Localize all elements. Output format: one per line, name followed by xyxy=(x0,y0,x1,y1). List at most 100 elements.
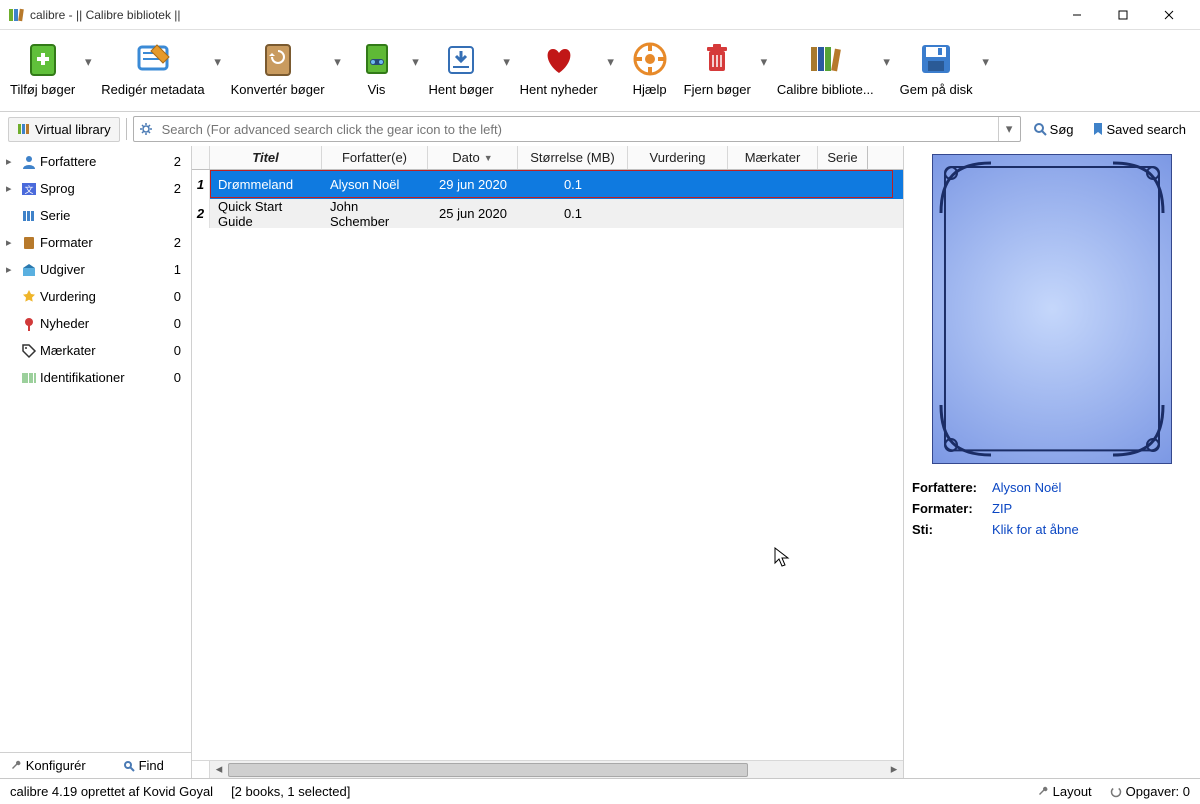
main-toolbar: Tilføj bøger ▾ Redigér metadata ▾ Konver… xyxy=(0,30,1200,112)
remove-books-button[interactable]: Fjern bøger xyxy=(680,34,755,101)
find-button[interactable]: Find xyxy=(96,753,192,778)
detail-formats-label: Formater: xyxy=(912,499,992,520)
books-icon xyxy=(17,122,31,136)
magnify-icon xyxy=(1033,122,1047,136)
fetch-dropdown[interactable]: ▾ xyxy=(498,34,516,70)
col-date[interactable]: Dato▼ xyxy=(428,146,518,169)
news-dropdown[interactable]: ▾ xyxy=(602,34,620,70)
star-icon xyxy=(18,289,40,305)
selection-text: [2 books, 1 selected] xyxy=(231,784,350,799)
trash-icon xyxy=(696,38,738,80)
scroll-thumb[interactable] xyxy=(228,763,748,777)
wrench-icon xyxy=(1037,786,1049,798)
maximize-button[interactable] xyxy=(1100,0,1146,30)
jobs-button[interactable]: Opgaver: 0 xyxy=(1110,784,1190,799)
sidebar-item-publisher[interactable]: ▸Udgiver1 xyxy=(0,256,191,283)
app-icon xyxy=(8,7,24,23)
remove-dropdown[interactable]: ▾ xyxy=(755,34,773,70)
table-header: Titel Forfatter(e) Dato▼ Størrelse (MB) … xyxy=(192,146,903,170)
help-icon xyxy=(629,38,671,80)
cover-image[interactable] xyxy=(932,154,1172,464)
sidebar-item-rating[interactable]: Vurdering0 xyxy=(0,283,191,310)
search-button[interactable]: Søg xyxy=(1027,118,1080,141)
sort-desc-icon: ▼ xyxy=(484,153,493,163)
minimize-button[interactable] xyxy=(1054,0,1100,30)
library-button[interactable]: Calibre bibliote... xyxy=(773,34,878,101)
tag-icon xyxy=(18,343,40,359)
pin-icon xyxy=(18,316,40,332)
gear-icon[interactable] xyxy=(134,122,158,136)
table-row[interactable]: 2 Quick Start Guide John Schember 25 jun… xyxy=(192,199,903,228)
search-input[interactable] xyxy=(158,122,998,137)
help-button[interactable]: Hjælp xyxy=(620,34,680,101)
ornament-border xyxy=(943,165,1161,452)
saved-search-button[interactable]: Saved search xyxy=(1086,118,1193,141)
book-icon xyxy=(18,235,40,251)
title-bar: calibre - || Calibre bibliotek || xyxy=(0,0,1200,30)
sidebar-item-identifiers[interactable]: Identifikationer0 xyxy=(0,364,191,391)
edit-metadata-dropdown[interactable]: ▾ xyxy=(209,34,227,70)
virtual-library-button[interactable]: Virtual library xyxy=(8,117,120,142)
download-icon xyxy=(440,38,482,80)
col-tags[interactable]: Mærkater xyxy=(728,146,818,169)
bookmark-icon xyxy=(1092,122,1104,136)
detail-authors-link[interactable]: Alyson Noël xyxy=(992,480,1061,495)
scroll-right-button[interactable]: ▸ xyxy=(885,761,903,778)
detail-path-label: Sti: xyxy=(912,520,992,541)
book-table: Titel Forfatter(e) Dato▼ Størrelse (MB) … xyxy=(192,146,904,778)
save-button[interactable]: Gem på disk xyxy=(896,34,977,101)
view-dropdown[interactable]: ▾ xyxy=(407,34,425,70)
layout-button[interactable]: Layout xyxy=(1037,784,1092,799)
close-button[interactable] xyxy=(1146,0,1192,30)
add-icon xyxy=(22,38,64,80)
view-button[interactable]: Vis xyxy=(347,34,407,101)
convert-icon xyxy=(257,38,299,80)
series-icon xyxy=(18,208,40,224)
add-books-dropdown[interactable]: ▾ xyxy=(79,34,97,70)
sidebar-item-formats[interactable]: ▸Formater2 xyxy=(0,229,191,256)
heart-icon xyxy=(538,38,580,80)
col-author[interactable]: Forfatter(e) xyxy=(322,146,428,169)
convert-dropdown[interactable]: ▾ xyxy=(329,34,347,70)
view-icon xyxy=(356,38,398,80)
search-field[interactable]: ▾ xyxy=(133,116,1021,142)
col-title[interactable]: Titel xyxy=(210,146,322,169)
edit-metadata-button[interactable]: Redigér metadata xyxy=(97,34,208,101)
cursor-icon xyxy=(774,547,792,569)
sidebar-item-news[interactable]: Nyheder0 xyxy=(0,310,191,337)
version-text: calibre 4.19 oprettet af Kovid Goyal xyxy=(10,784,213,799)
svg-text:文: 文 xyxy=(24,184,33,195)
book-details-panel: Forfattere:Alyson Noël Formater:ZIP Sti:… xyxy=(904,146,1200,778)
table-row[interactable]: 1 Drømmeland Alyson Noël 29 jun 2020 0.1 xyxy=(192,170,903,199)
sidebar-item-authors[interactable]: ▸Forfattere2 xyxy=(0,148,191,175)
fetch-news-button[interactable]: Hent nyheder xyxy=(516,34,602,101)
main-area: ▸Forfattere2 ▸文Sprog2 Serie ▸Formater2 ▸… xyxy=(0,146,1200,778)
barcode-icon xyxy=(18,370,40,386)
fetch-books-button[interactable]: Hent bøger xyxy=(425,34,498,101)
add-books-button[interactable]: Tilføj bøger xyxy=(6,34,79,101)
horizontal-scrollbar[interactable]: ◂ ▸ xyxy=(192,760,903,778)
window-title: calibre - || Calibre bibliotek || xyxy=(30,8,1054,22)
col-size[interactable]: Størrelse (MB) xyxy=(518,146,628,169)
tag-browser: ▸Forfattere2 ▸文Sprog2 Serie ▸Formater2 ▸… xyxy=(0,146,192,778)
detail-path-link[interactable]: Klik for at åbne xyxy=(992,522,1079,537)
detail-authors-label: Forfattere: xyxy=(912,478,992,499)
configure-button[interactable]: Konfigurér xyxy=(0,753,96,778)
status-bar: calibre 4.19 oprettet af Kovid Goyal [2 … xyxy=(0,778,1200,804)
sidebar-item-languages[interactable]: ▸文Sprog2 xyxy=(0,175,191,202)
wrench-icon xyxy=(10,760,22,772)
magnify-icon xyxy=(123,760,135,772)
convert-button[interactable]: Konvertér bøger xyxy=(227,34,329,101)
scroll-left-button[interactable]: ◂ xyxy=(210,761,228,778)
search-history-dropdown[interactable]: ▾ xyxy=(998,117,1020,141)
col-series[interactable]: Serie xyxy=(818,146,868,169)
col-rating[interactable]: Vurdering xyxy=(628,146,728,169)
sidebar-item-series[interactable]: Serie xyxy=(0,202,191,229)
detail-formats-link[interactable]: ZIP xyxy=(992,501,1012,516)
library-icon xyxy=(804,38,846,80)
save-dropdown[interactable]: ▾ xyxy=(977,34,995,70)
edit-icon xyxy=(132,38,174,80)
sidebar-item-tags[interactable]: Mærkater0 xyxy=(0,337,191,364)
library-dropdown[interactable]: ▾ xyxy=(878,34,896,70)
publisher-icon xyxy=(18,262,40,278)
